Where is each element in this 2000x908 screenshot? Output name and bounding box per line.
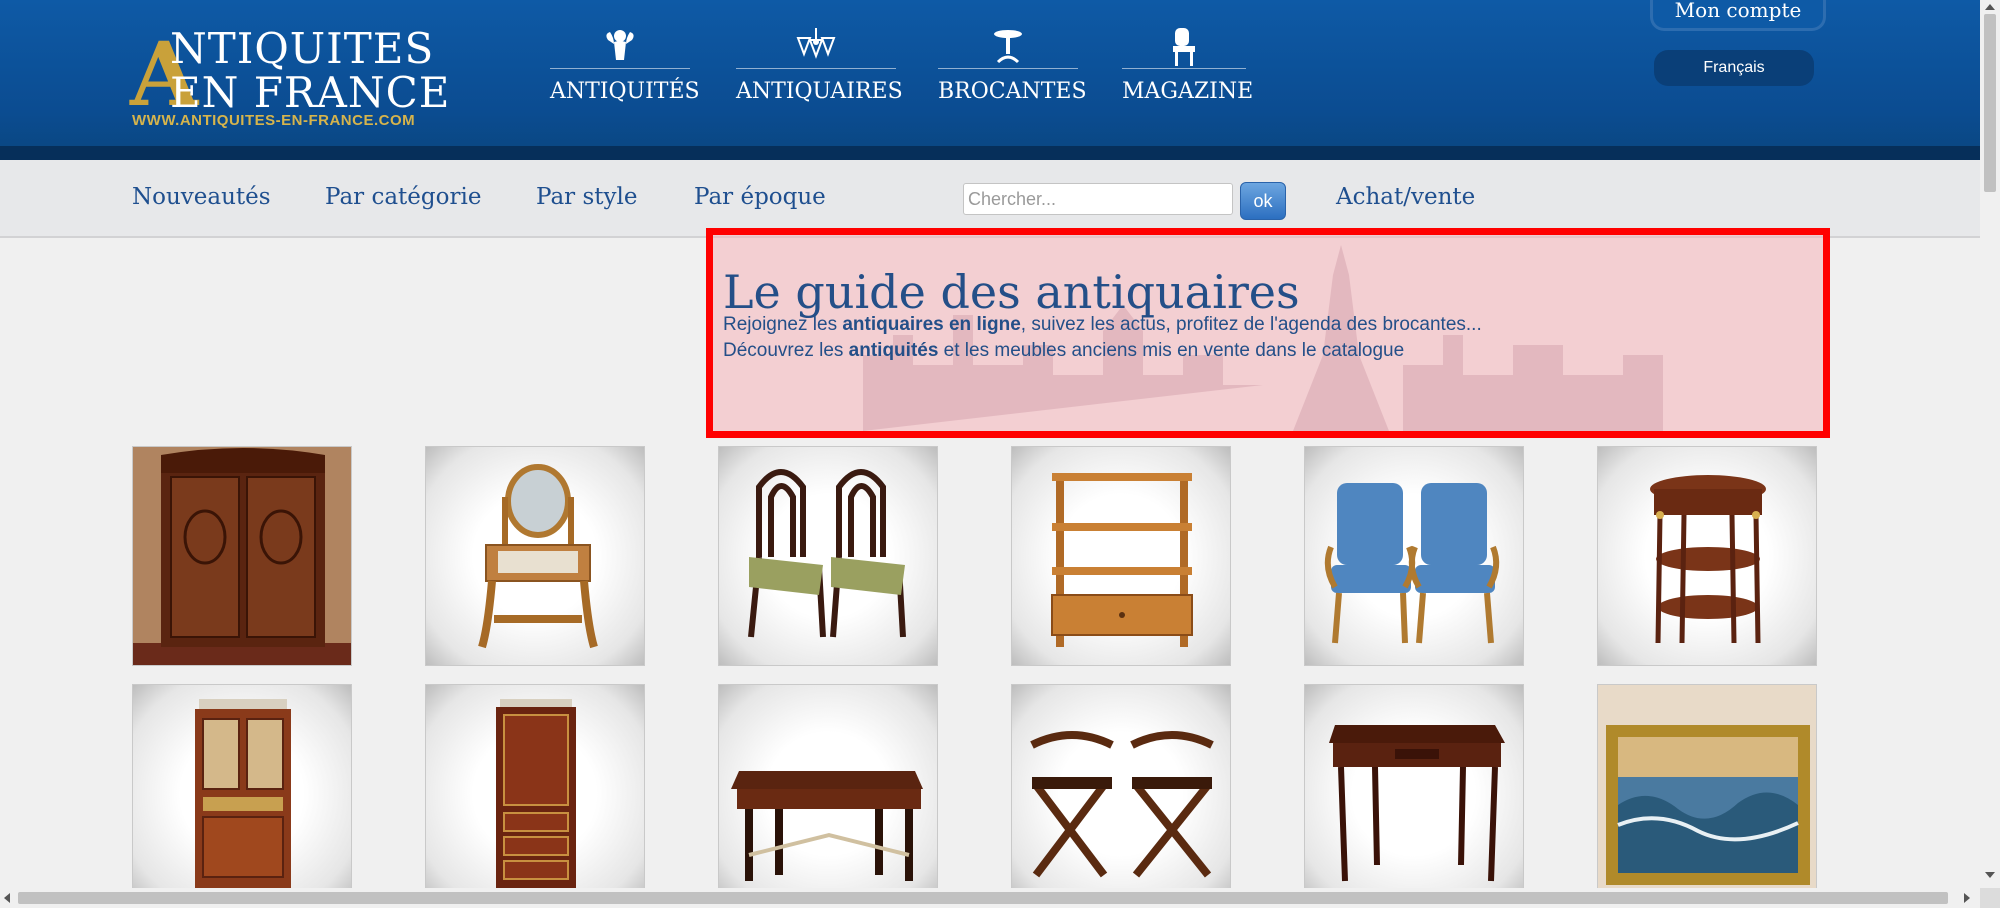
subnav-par-epoque[interactable]: Par époque — [694, 184, 826, 210]
seascape-painting-image — [1606, 725, 1810, 885]
product-table[interactable] — [718, 684, 938, 904]
scroll-up-arrow-icon[interactable] — [1985, 4, 1995, 10]
pair-of-chairs-image — [748, 469, 906, 638]
site-logo[interactable]: A NTIQUITES EN FRANCE WWW.ANTIQUITES-EN-… — [130, 22, 450, 132]
product-dressing-table[interactable] — [425, 446, 645, 666]
hero-banner: Le guide des antiquaires Rejoignez les a… — [706, 228, 1830, 438]
hero-title: Le guide des antiquaires — [723, 265, 1300, 319]
product-gueridon[interactable] — [1597, 446, 1817, 666]
hero-link-antiquites[interactable]: antiquités — [849, 340, 939, 361]
hero-text-1-post: , suivez les actus, profitez de l'agenda… — [1020, 314, 1482, 335]
logo-line-2: EN FRANCE — [170, 68, 451, 117]
subnav-achat-vente[interactable]: Achat/vente — [1336, 184, 1475, 210]
nav-antiquaires-label: ANTIQUAIRES — [736, 79, 903, 104]
product-desk[interactable] — [1304, 684, 1524, 904]
logo-url: WWW.ANTIQUITES-EN-FRANCE.COM — [132, 112, 416, 129]
horizontal-scroll-thumb[interactable] — [18, 892, 1948, 904]
hero-link-antiquaires-en-ligne[interactable]: antiquaires en ligne — [842, 314, 1020, 335]
cherub-icon — [550, 24, 690, 69]
product-seascape-painting[interactable] — [1597, 684, 1817, 904]
subnav-nouveautes[interactable]: Nouveautés — [132, 184, 271, 210]
vertical-scrollbar[interactable] — [1980, 0, 2000, 908]
table-image — [731, 771, 923, 881]
search-button[interactable]: ok — [1240, 182, 1286, 220]
product-pair-of-chairs[interactable] — [718, 446, 938, 666]
subnav-par-categorie[interactable]: Par catégorie — [325, 184, 481, 210]
pair-of-armchairs-image — [1324, 483, 1500, 644]
scroll-left-arrow-icon[interactable] — [4, 893, 10, 903]
nav-magazine[interactable]: MAGAZINE — [1122, 24, 1253, 114]
subnav-par-style[interactable]: Par style — [536, 184, 637, 210]
dressing-table-image — [478, 464, 598, 649]
armoire-image — [133, 447, 351, 665]
hero-text-2-post: et les meubles anciens mis en vente dans… — [938, 340, 1405, 361]
nav-antiquites[interactable]: ANTIQUITÉS — [550, 24, 700, 114]
hero-text-1-pre: Rejoignez les — [723, 314, 843, 335]
scroll-right-arrow-icon[interactable] — [1964, 893, 1970, 903]
product-shelf-unit[interactable] — [1011, 446, 1231, 666]
logo-line-1: NTIQUITES — [170, 24, 435, 73]
product-pair-of-x-chairs[interactable] — [1011, 684, 1231, 904]
account-button[interactable]: Mon compte — [1650, 0, 1826, 31]
nav-brocantes-label: BROCANTES — [938, 79, 1087, 104]
product-secretary[interactable] — [425, 684, 645, 904]
product-display-cabinet[interactable] — [132, 684, 352, 904]
nav-antiquaires[interactable]: ANTIQUAIRES — [736, 24, 903, 114]
chandelier-icon — [736, 24, 896, 69]
horizontal-scrollbar[interactable] — [0, 888, 1980, 908]
nav-antiquites-label: ANTIQUITÉS — [550, 79, 700, 104]
secretary-image — [496, 699, 576, 895]
nav-magazine-label: MAGAZINE — [1122, 79, 1254, 104]
scrollbar-corner — [1980, 888, 2000, 908]
pair-of-x-chairs-image — [1030, 731, 1214, 878]
gueridon-image — [1650, 475, 1766, 644]
chair-icon — [1122, 24, 1246, 69]
hero-text-2-pre: Découvrez les — [723, 340, 849, 361]
vertical-scroll-thumb[interactable] — [1984, 14, 1996, 192]
pedestal-table-icon — [938, 24, 1078, 69]
display-cabinet-image — [195, 699, 291, 895]
scroll-down-arrow-icon[interactable] — [1985, 872, 1995, 878]
header-divider — [0, 146, 1980, 160]
site-header: A NTIQUITES EN FRANCE WWW.ANTIQUITES-EN-… — [0, 0, 1980, 160]
hero-text-line-1: Rejoignez les antiquaires en ligne, suiv… — [723, 314, 1482, 336]
product-armoire[interactable] — [132, 446, 352, 666]
nav-brocantes[interactable]: BROCANTES — [938, 24, 1087, 114]
product-pair-of-armchairs[interactable] — [1304, 446, 1524, 666]
hero-text-line-2: Découvrez les antiquités et les meubles … — [723, 340, 1404, 362]
search-input[interactable] — [963, 183, 1233, 215]
desk-image — [1329, 725, 1505, 882]
language-select[interactable]: Français — [1654, 50, 1814, 86]
shelf-unit-image — [1051, 473, 1193, 647]
